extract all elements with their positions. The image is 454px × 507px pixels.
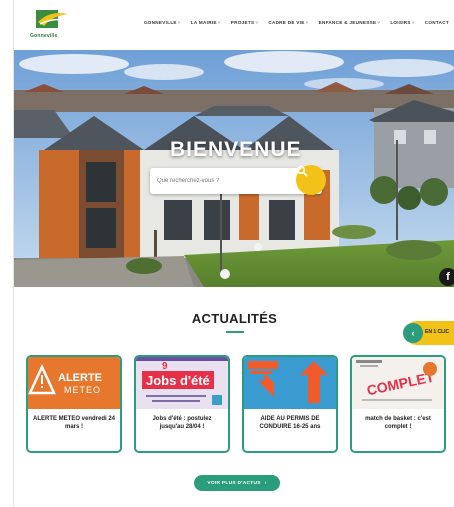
search-input[interactable]	[154, 172, 292, 190]
chevron-down-icon: ˅	[177, 20, 181, 25]
basket-poster-image: COMPLET	[352, 357, 444, 409]
card-caption: ALERTE METEO vendredi 24 mars !	[32, 416, 116, 430]
card-image: ALERTE METEO	[28, 357, 120, 409]
chevron-down-icon: ˅	[255, 20, 259, 25]
driving-license-image	[244, 357, 336, 409]
card-caption: Jobs d'été : postulez jusqu'au 28/04 !	[152, 416, 212, 430]
nav-label: PROJETS	[230, 20, 255, 25]
more-news-label: VOIR PLUS D'ACTUS	[207, 480, 261, 486]
news-section-title: ACTUALITÉS	[191, 311, 278, 326]
card-image-title: Jobs d'été	[146, 373, 210, 388]
card-image-title: ALERTE	[58, 372, 102, 384]
news-card-jobs-ete[interactable]: Jobs d'été 9 Jobs d'été : postulez jusqu…	[134, 355, 230, 453]
card-image	[244, 357, 336, 409]
nav-label: LA MAIRIE	[190, 20, 217, 25]
nav-label: CONTACT	[424, 20, 449, 25]
search-button[interactable]	[296, 165, 326, 195]
chevron-right-icon: ›	[264, 480, 267, 486]
news-card-alerte-meteo[interactable]: ALERTE METEO ALERTE METEO vendredi 24 ma…	[26, 355, 122, 453]
news-card-basket[interactable]: COMPLET match de basket : c'est complet …	[350, 355, 446, 453]
search-icon	[296, 165, 308, 177]
news-card-permis[interactable]: AIDE AU PERMIS DE CONDUIRE 16-25 ans	[242, 355, 338, 453]
jobs-poster-image: Jobs d'été 9	[136, 357, 228, 409]
card-caption: match de basket : c'est complet !	[365, 416, 431, 430]
chevron-down-icon: ˅	[411, 20, 415, 25]
quick-access-button[interactable]: ‹ EN 1 CLIC	[403, 321, 454, 345]
site-header: Gonneville GONNEVILLE˅ LA MAIRIE˅ PROJET…	[14, 0, 454, 50]
alert-weather-image: ALERTE METEO	[28, 357, 120, 409]
card-image: COMPLET	[352, 357, 444, 409]
search-box	[150, 165, 326, 195]
nav-item-loisirs[interactable]: LOISIRS˅	[390, 20, 414, 25]
nav-item-gonneville[interactable]: GONNEVILLE˅	[144, 20, 181, 25]
card-image-subtitle: METEO	[64, 385, 101, 395]
nav-item-projets[interactable]: PROJETS˅	[231, 20, 259, 25]
nav-item-la-mairie[interactable]: LA MAIRIE˅	[191, 20, 221, 25]
chevron-down-icon: ˅	[377, 20, 381, 25]
nav-label: GONNEVILLE	[143, 20, 177, 25]
chevron-down-icon: ˅	[305, 20, 309, 25]
hero-banner: BIENVENUE f	[14, 50, 454, 287]
logo-text: Gonneville	[30, 33, 58, 39]
chevron-down-icon: ˅	[217, 20, 221, 25]
nav-label: ENFANCE & JEUNESSE	[318, 20, 377, 25]
nav-item-enfance-jeunesse[interactable]: ENFANCE & JEUNESSE˅	[319, 20, 381, 25]
nav-label: CADRE DE VIE	[268, 20, 305, 25]
browser-page: Gonneville GONNEVILLE˅ LA MAIRIE˅ PROJET…	[13, 0, 454, 507]
svg-text:9: 9	[162, 361, 168, 372]
title-underline	[226, 331, 244, 333]
facebook-icon[interactable]: f	[439, 268, 454, 286]
chevron-left-icon: ‹	[403, 323, 423, 343]
hero-title: BIENVENUE	[170, 138, 302, 161]
card-image: Jobs d'été 9	[136, 357, 228, 409]
news-cards: ALERTE METEO ALERTE METEO vendredi 24 ma…	[26, 355, 446, 453]
quick-access-label: EN 1 CLIC	[425, 329, 450, 335]
nav-label: LOISIRS	[390, 20, 411, 25]
site-logo[interactable]: Gonneville	[30, 8, 78, 42]
logo-mark-icon	[36, 10, 68, 28]
more-news-button[interactable]: VOIR PLUS D'ACTUS ›	[194, 475, 280, 491]
nav-item-contact[interactable]: CONTACT	[425, 20, 449, 25]
nav-item-cadre-de-vie[interactable]: CADRE DE VIE˅	[268, 20, 308, 25]
card-caption: AIDE AU PERMIS DE CONDUIRE 16-25 ans	[259, 416, 321, 430]
main-nav: GONNEVILLE˅ LA MAIRIE˅ PROJETS˅ CADRE DE…	[144, 20, 449, 25]
